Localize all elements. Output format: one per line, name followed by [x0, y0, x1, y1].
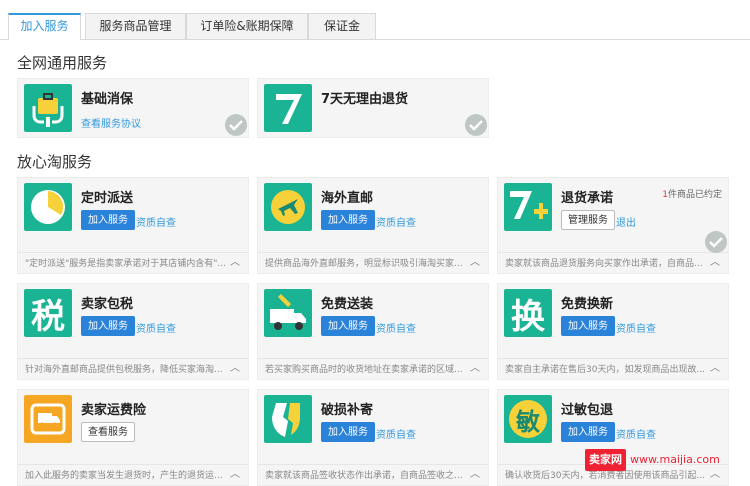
card-name: 免费换新 — [561, 297, 614, 312]
card-basic-protection: 基础消保 查看服务协议 — [17, 78, 249, 138]
join-service-button[interactable]: 加入服务 — [561, 316, 615, 336]
card-return-commitment: 退货承诺 1件商品已约定 管理服务 退出 卖家就该商品退货服务向买家作出承诺，自… — [497, 177, 729, 274]
clock-icon — [24, 183, 72, 231]
check-icon — [225, 114, 247, 136]
card-name: 定时派送 — [81, 191, 134, 206]
card-description: "定时派送"服务是指卖家承诺对于其店铺内含有"... — [18, 252, 248, 273]
card-name: 海外直邮 — [321, 191, 374, 206]
card-overseas-direct-mail: 海外直邮 加入服务 资质自查 提供商品海外直邮服务，明显标识吸引海淘买家... … — [257, 177, 489, 274]
card-name: 破损补寄 — [321, 403, 374, 418]
join-service-button[interactable]: 加入服务 — [321, 422, 375, 442]
chevron-up-icon[interactable]: ︿ — [710, 358, 720, 379]
shield-bag-icon — [24, 84, 72, 132]
plane-icon — [264, 183, 312, 231]
allergy-glyph: 敏 — [509, 400, 547, 438]
card-description: 卖家自主承诺在售后30天内，如发现商品出现故... — [498, 358, 728, 379]
tab-service-product-management[interactable]: 服务商品管理 — [85, 13, 186, 39]
view-service-button[interactable]: 查看服务 — [81, 422, 135, 442]
shipping-truck-icon — [24, 395, 72, 443]
self-check-link[interactable]: 资质自查 — [616, 426, 656, 441]
check-icon — [465, 114, 487, 136]
section-title-assured: 放心淘服务 — [17, 153, 93, 171]
chevron-up-icon[interactable]: ︿ — [470, 252, 480, 273]
truck-wrench-icon — [264, 289, 312, 337]
join-service-button[interactable]: 加入服务 — [561, 422, 615, 442]
join-service-button[interactable]: 加入服务 — [81, 316, 135, 336]
card-name: 过敏包退 — [561, 403, 614, 418]
seven-plus-icon — [504, 183, 552, 231]
card-description: 卖家就该商品退货服务向买家作出承诺，自商品... — [498, 252, 728, 273]
tab-join-service[interactable]: 加入服务 — [8, 13, 81, 40]
tab-deposit[interactable]: 保证金 — [308, 13, 376, 39]
card-description: 加入此服务的卖家当发生退货时，产生的退货运... — [18, 464, 248, 485]
chevron-up-icon[interactable]: ︿ — [710, 252, 720, 273]
card-description: 若买家购买商品时的收货地址在卖家承诺的区域... — [258, 358, 488, 379]
section-title-general: 全网通用服务 — [17, 54, 108, 72]
self-check-link[interactable]: 资质自查 — [616, 320, 656, 335]
watermark-badge: 卖家网 — [585, 449, 626, 471]
card-description: 针对海外直邮商品提供包税服务，降低买家海淘... — [18, 358, 248, 379]
allergy-icon: 敏 — [504, 395, 552, 443]
chevron-up-icon[interactable]: ︿ — [470, 358, 480, 379]
card-allergy-return: 敏 过敏包退 加入服务 资质自查 确认收货后30天内，若消费者因使用该商品引起.… — [497, 389, 729, 486]
card-seller-shipping-insurance: 卖家运费险 查看服务 加入此服务的卖家当发生退货时，产生的退货运... ︿ — [17, 389, 249, 486]
chevron-up-icon[interactable]: ︿ — [470, 464, 480, 485]
broken-shield-icon — [264, 395, 312, 443]
card-description: 卖家就该商品签收状态作出承诺，自商品签收之... — [258, 464, 488, 485]
card-damage-resend: 破损补寄 加入服务 资质自查 卖家就该商品签收状态作出承诺，自商品签收之... … — [257, 389, 489, 486]
card-name: 卖家包税 — [81, 297, 134, 312]
card-free-exchange: 换 免费换新 加入服务 资质自查 卖家自主承诺在售后30天内，如发现商品出现故.… — [497, 283, 729, 380]
watermark-url: www.maijia.com — [630, 453, 720, 466]
card-name: 免费送装 — [321, 297, 374, 312]
join-service-button[interactable]: 加入服务 — [321, 316, 375, 336]
product-count-note: 1件商品已约定 — [662, 190, 722, 200]
seven-icon — [264, 84, 312, 132]
view-agreement-link[interactable]: 查看服务协议 — [81, 115, 141, 130]
exit-link[interactable]: 退出 — [616, 214, 636, 229]
join-service-button[interactable]: 加入服务 — [81, 210, 135, 230]
card-name: 退货承诺 — [561, 191, 614, 206]
self-check-link[interactable]: 资质自查 — [376, 214, 416, 229]
card-description: 提供商品海外直邮服务，明显标识吸引海淘买家... — [258, 252, 488, 273]
tax-icon: 税 — [24, 289, 72, 337]
self-check-link[interactable]: 资质自查 — [376, 426, 416, 441]
card-name: 卖家运费险 — [81, 403, 147, 418]
exchange-icon: 换 — [504, 289, 552, 337]
join-service-button[interactable]: 加入服务 — [321, 210, 375, 230]
tab-bar: 加入服务 服务商品管理 订单险&账期保障 保证金 — [0, 0, 750, 40]
self-check-link[interactable]: 资质自查 — [136, 214, 176, 229]
card-seller-tax: 税 卖家包税 加入服务 资质自查 针对海外直邮商品提供包税服务，降低买家海淘..… — [17, 283, 249, 380]
tab-order-insurance[interactable]: 订单险&账期保障 — [186, 13, 308, 39]
card-name: 7天无理由退货 — [321, 92, 409, 107]
chevron-up-icon[interactable]: ︿ — [230, 464, 240, 485]
manage-service-button[interactable]: 管理服务 — [561, 210, 615, 230]
card-7day-return: 7天无理由退货 — [257, 78, 489, 138]
self-check-link[interactable]: 资质自查 — [136, 320, 176, 335]
self-check-link[interactable]: 资质自查 — [376, 320, 416, 335]
watermark: 卖家网 www.maijia.com — [585, 449, 750, 471]
card-name: 基础消保 — [81, 92, 134, 107]
check-icon — [705, 231, 727, 253]
chevron-up-icon[interactable]: ︿ — [230, 358, 240, 379]
card-free-delivery-install: 免费送装 加入服务 资质自查 若买家购买商品时的收货地址在卖家承诺的区域... … — [257, 283, 489, 380]
card-scheduled-delivery: 定时派送 加入服务 资质自查 "定时派送"服务是指卖家承诺对于其店铺内含有"..… — [17, 177, 249, 274]
chevron-up-icon[interactable]: ︿ — [230, 252, 240, 273]
